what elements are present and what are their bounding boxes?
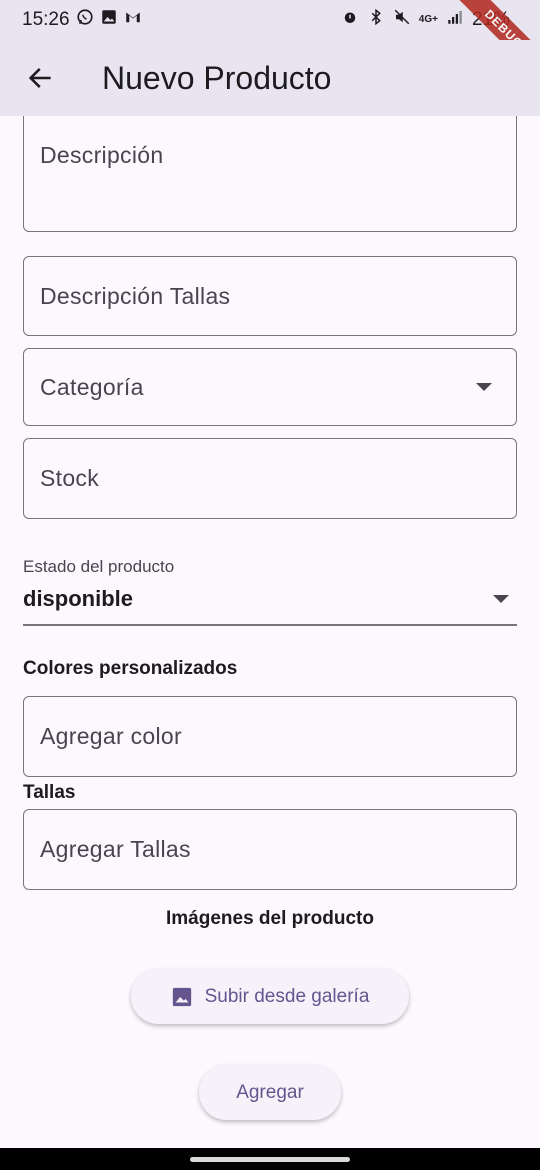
status-left: 15:26 (22, 8, 142, 32)
imagenes-title: Imágenes del producto (166, 908, 374, 929)
estado-dropdown-arrow-icon[interactable] (493, 595, 509, 603)
status-time: 15:26 (22, 9, 70, 30)
bluetooth-icon (367, 8, 385, 32)
categoria-label: Categoría (40, 374, 144, 400)
form-scroll-area[interactable]: Descripción Descripción Tallas Categoría… (0, 116, 540, 1148)
descripcion-label: Descripción (40, 142, 164, 168)
estado-dropdown[interactable]: disponible (23, 586, 133, 612)
app-bar: Nuevo Producto (0, 40, 540, 116)
dropdown-arrow-icon (476, 383, 492, 391)
categoria-dropdown[interactable]: Categoría (23, 348, 517, 426)
arrow-back-icon (28, 68, 51, 88)
page-title: Nuevo Producto (102, 59, 332, 96)
alarm-icon (341, 8, 359, 32)
agregar-color-field[interactable]: Agregar color (23, 696, 517, 777)
stock-field[interactable]: Stock (23, 438, 517, 519)
estado-underline (23, 624, 517, 626)
signal-icon (446, 8, 464, 32)
agregar-color-label: Agregar color (40, 723, 182, 749)
system-nav-bar (0, 1148, 540, 1170)
stock-label: Stock (40, 465, 100, 491)
subir-galeria-button[interactable]: Subir desde galería (131, 969, 409, 1024)
gmail-icon (124, 8, 142, 32)
descripcion-tallas-field[interactable]: Descripción Tallas (23, 256, 517, 336)
home-gesture-handle[interactable] (190, 1157, 350, 1162)
gallery-notification-icon (100, 8, 118, 32)
back-button[interactable] (12, 50, 68, 106)
agregar-button[interactable]: Agregar (199, 1065, 341, 1120)
subir-galeria-label: Subir desde galería (204, 985, 370, 1007)
network-4g-icon: 4G+ (418, 14, 438, 25)
status-bar: 15:26 4G+ 21% (0, 0, 540, 40)
agregar-tallas-field[interactable]: Agregar Tallas (23, 809, 517, 890)
agregar-tallas-label: Agregar Tallas (40, 836, 191, 862)
colores-title: Colores personalizados (23, 658, 238, 679)
descripcion-field[interactable]: Descripción (23, 116, 517, 232)
mute-icon (393, 8, 411, 32)
whatsapp-icon (76, 8, 94, 32)
tallas-title: Tallas (23, 782, 76, 803)
descripcion-tallas-label: Descripción Tallas (40, 283, 231, 309)
agregar-button-label: Agregar (236, 1081, 304, 1103)
estado-label: Estado del producto (23, 557, 175, 576)
image-icon (172, 987, 191, 1006)
